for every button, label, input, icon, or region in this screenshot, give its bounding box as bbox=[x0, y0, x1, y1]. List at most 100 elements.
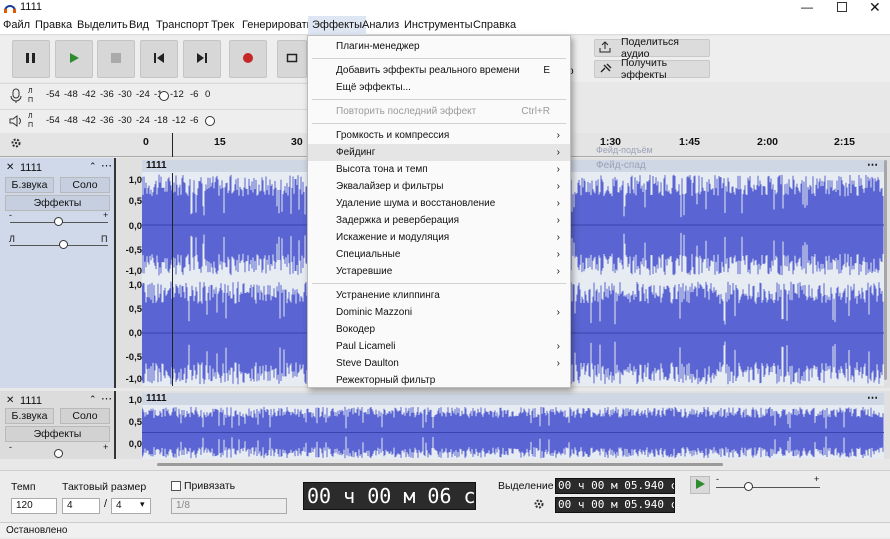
snap-select[interactable]: 1/8 bbox=[171, 498, 287, 514]
tempo-label: Темп bbox=[11, 481, 36, 493]
skip-end-button[interactable] bbox=[183, 40, 221, 78]
track-control-panel[interactable]: ✕ 1111 ⌃ ⋯ Б.звука Соло Эффекты - + bbox=[0, 391, 116, 459]
track-menu-icon[interactable]: ⋯ bbox=[101, 392, 112, 405]
solo-button[interactable]: Соло bbox=[60, 408, 110, 424]
amp-label: 0,0 bbox=[128, 439, 142, 450]
menu-item[interactable]: Эквалайзер и фильтры › bbox=[308, 178, 570, 195]
menu-view[interactable]: Вид bbox=[129, 19, 149, 31]
effects-button[interactable]: Эффекты bbox=[5, 426, 110, 442]
collapse-icon[interactable]: ⌃ bbox=[89, 394, 97, 405]
clip-menu-icon[interactable]: ⋯ bbox=[867, 158, 878, 171]
selection-end-display[interactable]: 00 ч 00 м 05.940 с bbox=[555, 497, 675, 513]
menu-item[interactable]: Steve Daulton › bbox=[308, 355, 570, 372]
maximize-icon[interactable] bbox=[837, 2, 847, 12]
solo-button[interactable]: Соло bbox=[60, 177, 110, 193]
stop-button[interactable] bbox=[97, 40, 135, 78]
menu-item[interactable]: Устаревшие › bbox=[308, 263, 570, 280]
tempo-input[interactable]: 120 bbox=[11, 498, 57, 514]
chevron-right-icon: › bbox=[556, 266, 560, 277]
skip-start-button[interactable] bbox=[140, 40, 178, 78]
clip[interactable]: 1111 ⋯ bbox=[142, 391, 884, 459]
time-display[interactable]: 00 ч 00 м 06 с bbox=[303, 482, 476, 510]
menu-item[interactable]: Устранение клиппинга bbox=[308, 287, 570, 304]
share-audio-button[interactable]: Поделиться аудио bbox=[594, 36, 710, 60]
meter-left-label: Л bbox=[28, 88, 33, 95]
microphone-icon[interactable] bbox=[10, 88, 22, 107]
track-name[interactable]: 1111 bbox=[20, 395, 42, 407]
menu-item[interactable]: Фейдинг › bbox=[308, 144, 570, 161]
get-effects-button[interactable]: Получить эффекты bbox=[594, 57, 710, 81]
record-meter[interactable]: ЛП -54 -48 -42 -36 -30 -24 -1 -12 -6 0 bbox=[0, 83, 308, 109]
waveform-channel[interactable] bbox=[142, 406, 884, 459]
gain-slider-thumb[interactable] bbox=[54, 449, 63, 458]
record-button[interactable] bbox=[229, 40, 267, 78]
menu-generate[interactable]: Генерировать bbox=[242, 19, 312, 31]
menu-select[interactable]: Выделить bbox=[77, 19, 128, 31]
rec-level-slider[interactable] bbox=[159, 91, 169, 101]
effects-button[interactable]: Эффекты bbox=[5, 195, 110, 211]
snap-checkbox[interactable] bbox=[171, 481, 181, 491]
gear-icon[interactable] bbox=[10, 137, 22, 152]
menu-item[interactable]: Специальные › bbox=[308, 246, 570, 263]
collapse-icon[interactable]: ⌃ bbox=[89, 161, 97, 172]
clip-header[interactable]: 1111 ⋯ bbox=[142, 391, 884, 405]
close-track-icon[interactable]: ✕ bbox=[6, 395, 14, 406]
vertical-scrollbar[interactable] bbox=[884, 160, 887, 380]
rec-tick: -36 bbox=[100, 89, 114, 100]
loop-icon bbox=[286, 52, 298, 67]
horizontal-scrollbar[interactable] bbox=[157, 463, 723, 466]
audacity-logo-icon bbox=[4, 2, 16, 13]
menu-item[interactable]: Добавить эффекты реального времени E bbox=[308, 62, 570, 79]
gain-slider-thumb[interactable] bbox=[54, 217, 63, 226]
menu-help[interactable]: Справка bbox=[473, 19, 516, 31]
minimize-icon[interactable]: — bbox=[801, 0, 813, 14]
speed-slider-track[interactable] bbox=[716, 487, 820, 488]
mute-button[interactable]: Б.звука bbox=[5, 408, 54, 424]
time-signature-slash: / bbox=[104, 498, 108, 510]
loop-button[interactable] bbox=[277, 40, 307, 78]
menu-edit[interactable]: Правка bbox=[35, 19, 72, 31]
play-button[interactable] bbox=[55, 40, 93, 78]
chevron-down-icon[interactable]: ▾ bbox=[140, 499, 145, 510]
speaker-icon[interactable] bbox=[9, 115, 23, 130]
menu-item[interactable]: Удаление шума и восстановление › bbox=[308, 195, 570, 212]
menu-item[interactable]: Задержка и реверберация › bbox=[308, 212, 570, 229]
menu-effects[interactable]: Эффекты bbox=[308, 16, 367, 35]
menu-item[interactable]: Ещё эффекты... bbox=[308, 79, 570, 96]
playback-meter[interactable]: ЛП -54 -48 -42 -36 -30 -24 -18 -12 -6 bbox=[0, 109, 308, 133]
menu-item[interactable]: Громкость и компрессия › bbox=[308, 127, 570, 144]
menu-track[interactable]: Трек bbox=[211, 19, 234, 31]
menu-item[interactable]: Dominic Mazzoni › bbox=[308, 304, 570, 321]
track-control-panel[interactable]: ✕ 1111 ⌃ ⋯ Б.звука Соло Эффекты - + Л П bbox=[0, 158, 116, 388]
track-menu-icon[interactable]: ⋯ bbox=[101, 159, 112, 172]
menu-file[interactable]: Файл bbox=[3, 19, 30, 31]
menu-item[interactable]: Paul Licameli › bbox=[308, 338, 570, 355]
speed-plus: + bbox=[814, 474, 820, 484]
menu-transport[interactable]: Транспорт bbox=[156, 19, 209, 31]
close-track-icon[interactable]: ✕ bbox=[6, 162, 14, 173]
selection-start-display[interactable]: 00 ч 00 м 05.940 с bbox=[555, 478, 675, 494]
menu-item[interactable]: Высота тона и темп › bbox=[308, 161, 570, 178]
time-signature-denominator[interactable]: 4 bbox=[111, 498, 151, 514]
time-signature-numerator[interactable]: 4 bbox=[62, 498, 100, 514]
play-level-slider[interactable] bbox=[205, 116, 215, 126]
menu-item[interactable]: Режекторный фильтр bbox=[308, 372, 570, 389]
play-at-speed-button[interactable] bbox=[690, 476, 710, 494]
close-icon[interactable]: ✕ bbox=[869, 0, 881, 16]
audio-track-2[interactable]: ✕ 1111 ⌃ ⋯ Б.звука Соло Эффекты - + 1,0 … bbox=[0, 391, 890, 459]
speed-slider-thumb[interactable] bbox=[744, 482, 753, 491]
chevron-right-icon: › bbox=[556, 358, 560, 369]
menu-item[interactable]: Плагин-менеджер bbox=[308, 38, 570, 55]
pause-button[interactable] bbox=[12, 40, 50, 78]
menu-item[interactable]: Искажение и модуляция › bbox=[308, 229, 570, 246]
play-tick: -42 bbox=[82, 115, 96, 126]
menu-tools[interactable]: Инструменты bbox=[404, 19, 473, 31]
gear-icon[interactable] bbox=[533, 498, 545, 513]
pan-slider-thumb[interactable] bbox=[59, 240, 68, 249]
track-name[interactable]: 1111 bbox=[20, 162, 42, 174]
mute-button[interactable]: Б.звука bbox=[5, 177, 54, 193]
menu-analyze[interactable]: Анализ bbox=[362, 19, 399, 31]
pan-left-label: Л bbox=[9, 234, 15, 244]
menu-item[interactable]: Вокодер bbox=[308, 321, 570, 338]
clip-menu-icon[interactable]: ⋯ bbox=[867, 391, 878, 404]
